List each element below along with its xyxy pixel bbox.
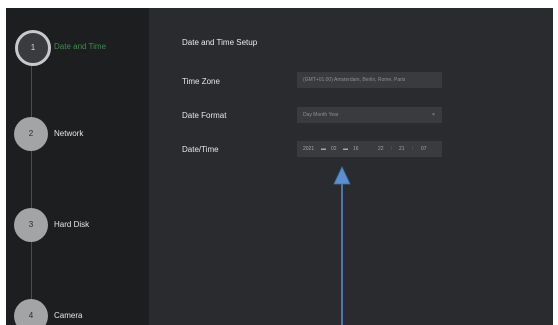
step-camera[interactable]: 4 Camera [14, 299, 149, 325]
time-colon: : [391, 146, 393, 152]
step-label: Network [54, 129, 84, 138]
setup-wizard-window: 1 Date and Time 2 Network 3 Hard Disk 4 … [6, 8, 553, 325]
step-label: Camera [54, 311, 83, 320]
step-date-and-time[interactable]: 1 Date and Time [14, 30, 149, 66]
wizard-sidebar: 1 Date and Time 2 Network 3 Hard Disk 4 … [6, 8, 149, 325]
step-label: Date and Time [54, 42, 107, 51]
year-field[interactable]: 2021 [303, 141, 314, 157]
time-zone-value: (GMT+01:00) Amsterdam, Berlin, Rome, Par… [303, 77, 406, 83]
step-connector-line [31, 38, 32, 325]
separator-dash: ▬ [343, 146, 348, 152]
second-field[interactable]: 07 [421, 141, 427, 157]
step-hard-disk[interactable]: 3 Hard Disk [14, 208, 149, 244]
page-title: Date and Time Setup [182, 38, 258, 47]
chevron-down-icon: ▼ [431, 112, 436, 118]
step-network[interactable]: 2 Network [14, 117, 149, 153]
minute-field[interactable]: 21 [399, 141, 405, 157]
separator-dash: ▬ [321, 146, 326, 152]
date-time-field: 2021 ▬ 02 ▬ 16 22 : 21 : 07 [297, 141, 442, 157]
step-label: Hard Disk [54, 220, 90, 229]
date-time-label: Date/Time [182, 145, 219, 154]
day-field[interactable]: 16 [353, 141, 359, 157]
date-format-value: Day Month Year [303, 112, 339, 118]
time-zone-label: Time Zone [182, 77, 220, 86]
step-number-badge: 4 [14, 299, 48, 325]
step-number-badge: 3 [14, 208, 48, 242]
step-number-badge: 1 [15, 30, 51, 66]
date-format-select[interactable]: Day Month Year ▼ [297, 107, 442, 123]
time-colon: : [412, 146, 414, 152]
time-zone-select[interactable]: (GMT+01:00) Amsterdam, Berlin, Rome, Par… [297, 72, 442, 88]
date-format-label: Date Format [182, 111, 227, 120]
month-field[interactable]: 02 [331, 141, 337, 157]
setup-content: Date and Time Setup Time Zone (GMT+01:00… [149, 8, 553, 325]
step-number-badge: 2 [14, 117, 48, 151]
hour-field[interactable]: 22 [378, 141, 384, 157]
